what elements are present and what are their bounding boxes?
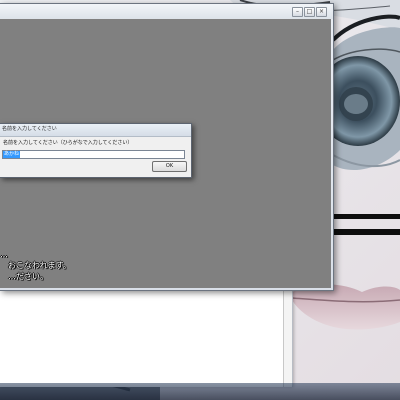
background-window-pane (0, 291, 284, 387)
ok-button[interactable]: OK (152, 161, 187, 172)
dialog-prompt: 名前を入力してください（ひらがなで入力してください） (3, 140, 133, 146)
desktop: – □ × … おこなわれます。 …ださい。 名前を入力してください 名前を入力… (0, 0, 400, 400)
dialog-titlebar[interactable]: 名前を入力してください (0, 124, 191, 137)
selected-input-text: あかね (3, 151, 21, 158)
name-input-dialog: 名前を入力してください 名前を入力してください（ひらがなで入力してください） あ… (0, 123, 192, 178)
close-icon[interactable]: × (316, 7, 327, 17)
window-caption-buttons: – □ × (292, 7, 327, 17)
game-window-titlebar[interactable]: – □ × (0, 4, 333, 19)
name-input-field[interactable]: あかね (2, 150, 185, 159)
minimize-icon[interactable]: – (292, 7, 303, 17)
game-message-text: … おこなわれます。 …ださい。 (0, 250, 71, 281)
background-window[interactable] (0, 287, 293, 387)
dialog-title: 名前を入力してください (2, 126, 57, 132)
maximize-icon[interactable]: □ (304, 7, 315, 17)
taskbar[interactable] (0, 383, 400, 400)
